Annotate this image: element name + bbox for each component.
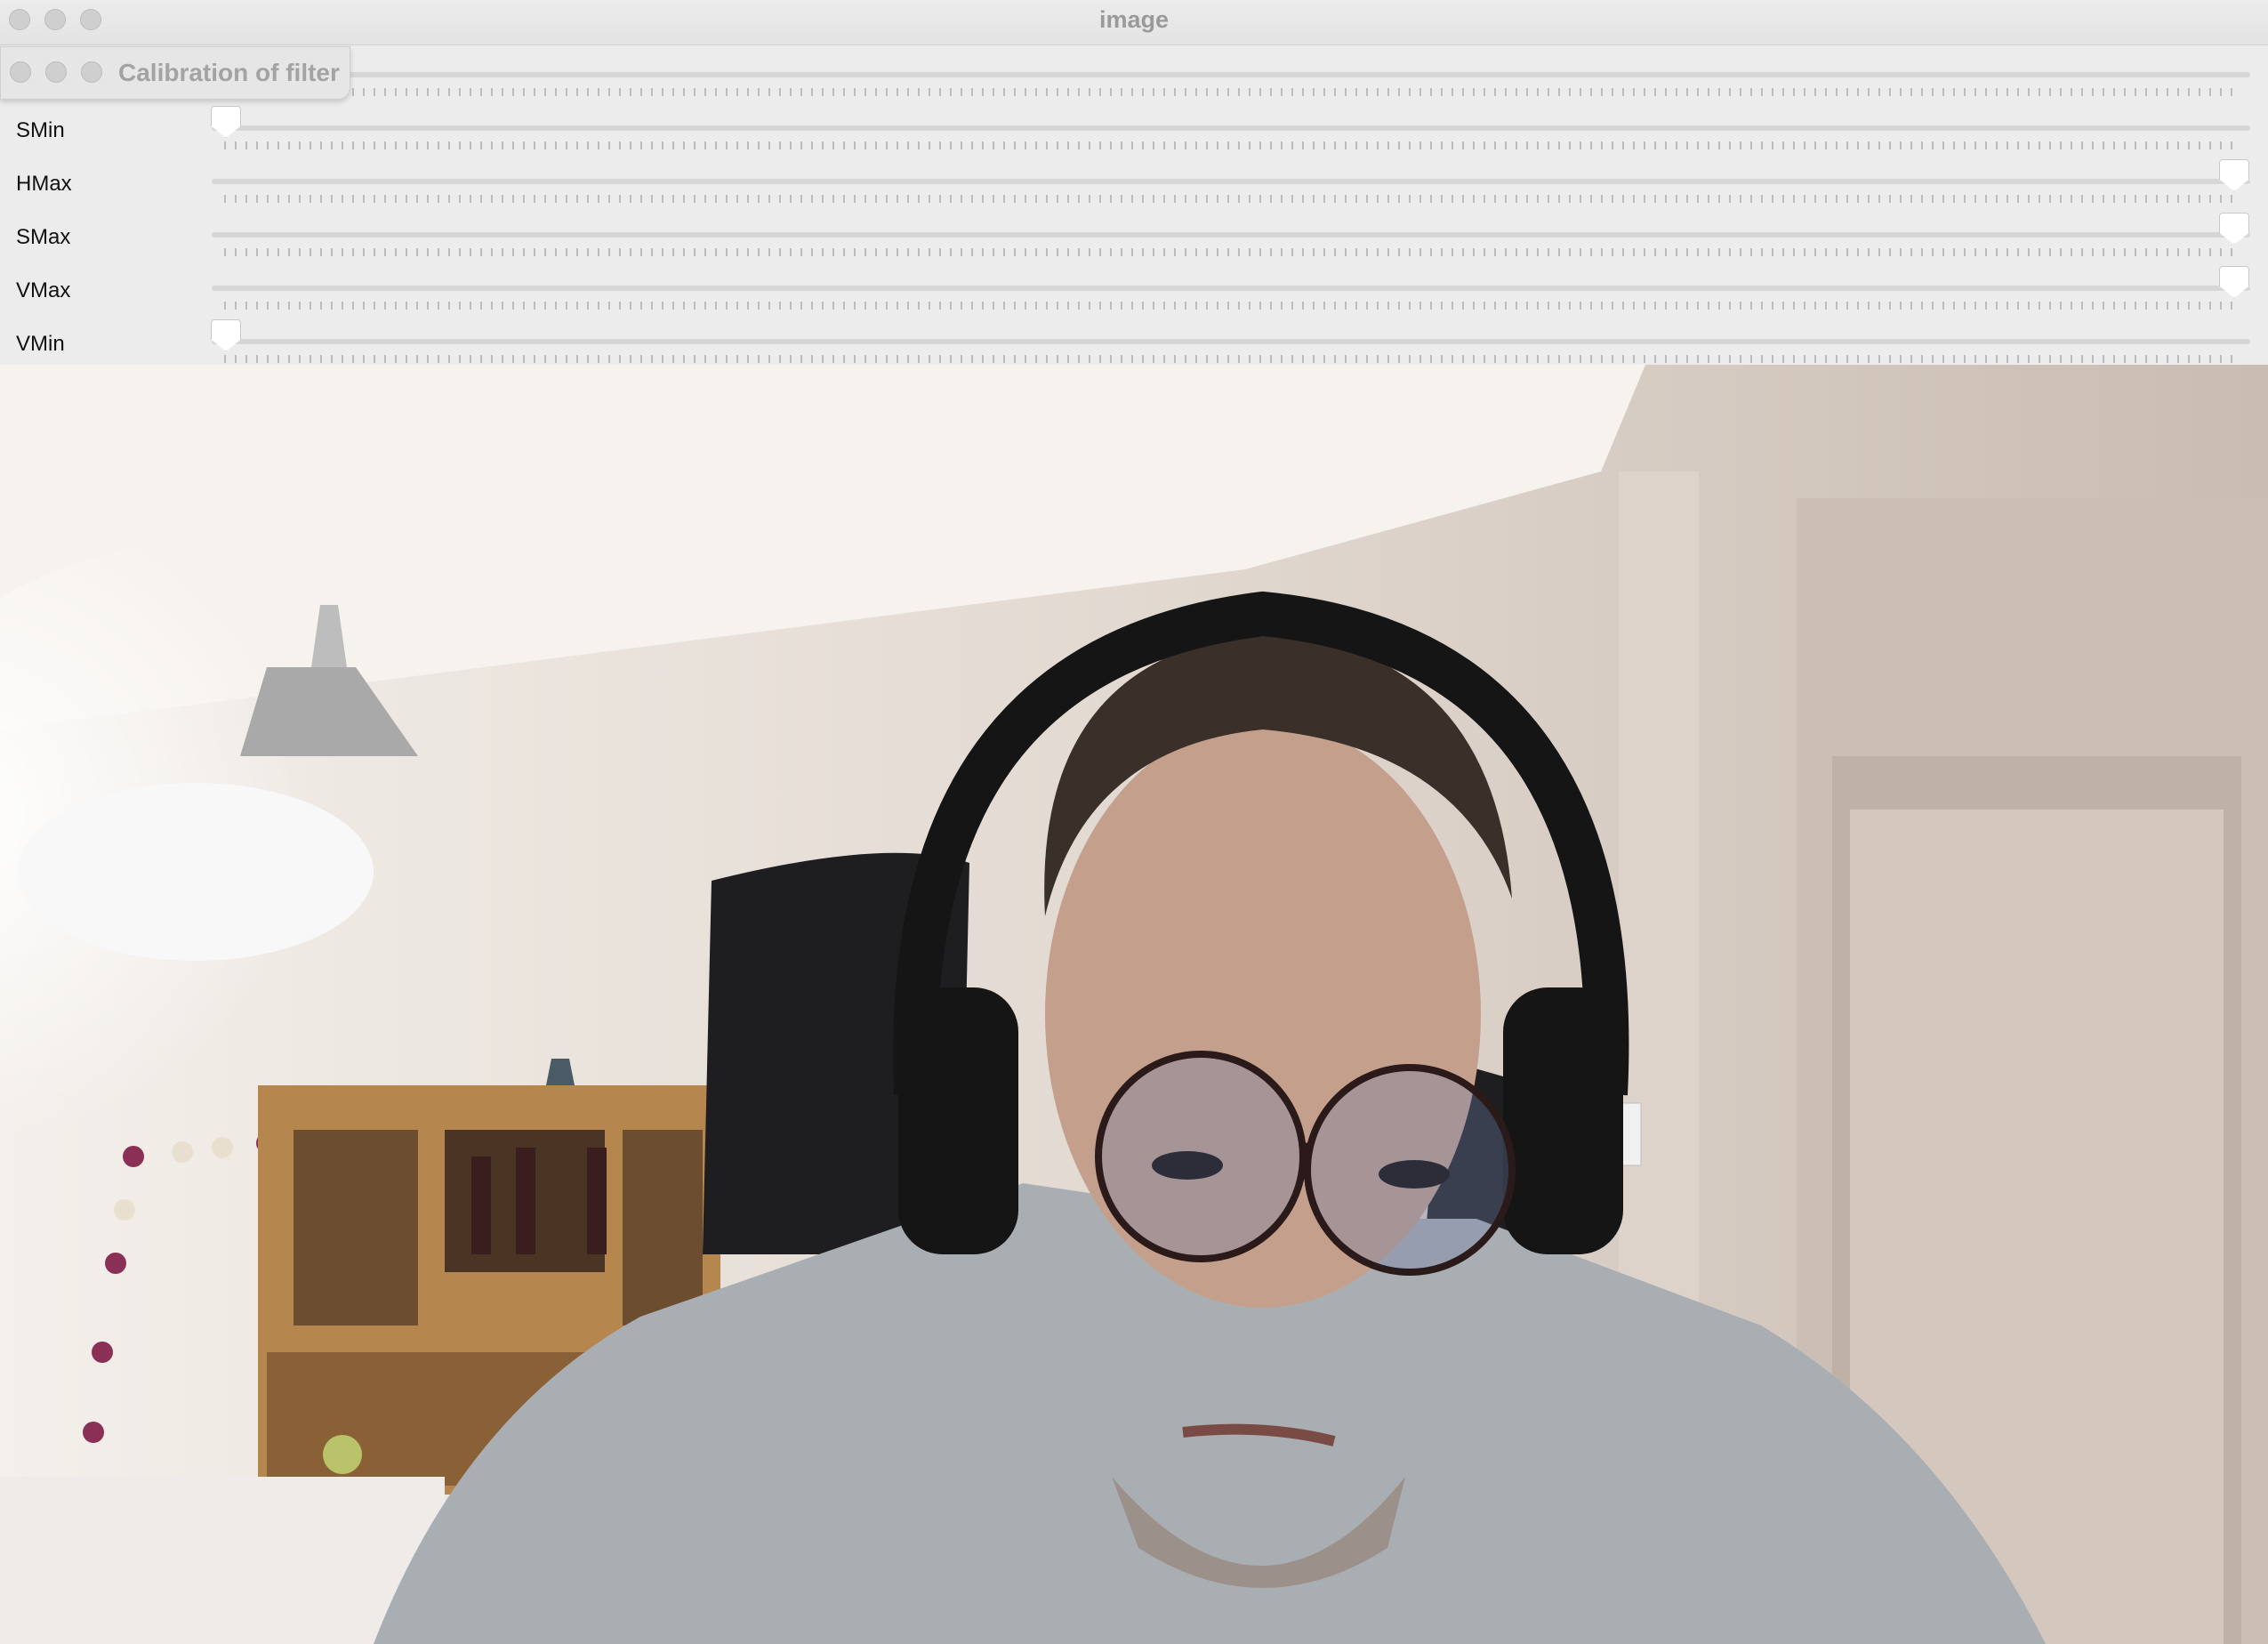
window-title: image <box>1098 6 1170 33</box>
slider-ticks <box>224 88 2241 96</box>
slider-ticks <box>224 302 2241 310</box>
smax-slider-thumb[interactable] <box>2219 213 2249 245</box>
hmax-slider-track[interactable] <box>212 179 2250 184</box>
slider-label-smin: SMin <box>16 118 65 142</box>
calibration-window-titlebar[interactable]: Calibration of filter <box>0 46 350 100</box>
webcam-feed-image <box>0 365 2268 1644</box>
slider-ticks <box>224 141 2241 149</box>
slider-ticks <box>224 248 2241 256</box>
vmax-slider-thumb[interactable] <box>2219 266 2249 298</box>
zoom-panel-button[interactable] <box>81 61 102 83</box>
smax-slider-track[interactable] <box>212 232 2250 238</box>
webcam-scene <box>0 365 2268 1644</box>
smin-slider-thumb[interactable] <box>211 106 241 138</box>
hmax-slider-thumb[interactable] <box>2219 159 2249 191</box>
close-panel-button[interactable] <box>10 61 31 83</box>
slider-row-smax: SMax <box>0 206 2268 259</box>
calibration-window-title: Calibration of filter <box>118 59 340 86</box>
slider-label-smax: SMax <box>16 225 71 249</box>
vmax-slider-track[interactable] <box>212 286 2250 291</box>
slider-row-smin: SMin <box>0 99 2268 152</box>
minimize-panel-button[interactable] <box>45 61 67 83</box>
slider-track[interactable] <box>212 72 2250 77</box>
slider-label-hmax: HMax <box>16 172 72 196</box>
slider-ticks <box>224 355 2241 363</box>
smin-slider-track[interactable] <box>212 125 2250 131</box>
slider-row-vmin: VMin <box>0 312 2268 366</box>
slider-label-vmin: VMin <box>16 332 65 356</box>
slider-label-vmax: VMax <box>16 278 71 302</box>
slider-row-vmax: VMax <box>0 259 2268 312</box>
vmin-slider-track[interactable] <box>212 339 2250 344</box>
vmin-slider-thumb[interactable] <box>211 319 241 351</box>
window-titlebar: image <box>0 0 2268 45</box>
slider-row-hmax: HMax <box>0 152 2268 206</box>
slider-ticks <box>224 195 2241 203</box>
